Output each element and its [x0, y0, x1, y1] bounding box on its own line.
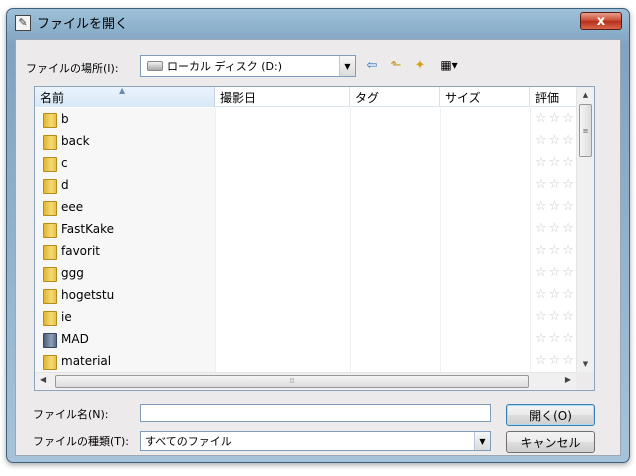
sort-arrow-icon: ▲: [119, 86, 126, 95]
folder-icon: [43, 266, 57, 282]
folder-icon: [43, 200, 57, 216]
file-name: MAD: [61, 332, 89, 346]
file-row[interactable]: eee ☆☆☆: [35, 196, 576, 218]
folder-icon: [43, 354, 57, 370]
horizontal-scroll-thumb[interactable]: ⦙⦙⦙: [55, 375, 529, 388]
filetype-label: ファイルの種類(T):: [33, 435, 130, 448]
special-folder-icon: [43, 332, 57, 348]
file-row[interactable]: d ☆☆☆: [35, 174, 576, 196]
rating-stars-icon[interactable]: ☆☆☆: [535, 221, 576, 236]
file-name: FastKake: [61, 222, 115, 236]
scrollbar-corner: [576, 372, 594, 390]
file-row[interactable]: c ☆☆☆: [35, 152, 576, 174]
column-header-row: ▲ 名前 撮影日 タグ サイズ 評価: [35, 87, 576, 107]
scroll-up-icon[interactable]: ▲: [577, 87, 594, 103]
file-row[interactable]: material ☆☆☆: [35, 350, 576, 372]
file-rows: b ☆☆☆ back ☆☆☆ c ☆☆☆ d ☆☆☆ eee ☆☆☆ FastKake ☆☆☆ favo…: [35, 108, 576, 390]
file-row[interactable]: b ☆☆☆: [35, 108, 576, 130]
file-name: ggg: [61, 266, 84, 280]
column-header-name-label: 名前: [40, 90, 65, 105]
file-row[interactable]: hogetstu ☆☆☆: [35, 284, 576, 306]
folder-icon: [43, 134, 57, 150]
close-button[interactable]: x: [580, 12, 622, 30]
window-title: ファイルを開く: [37, 17, 129, 32]
toolbar: ⇦ ⬑ ✦ ▦▾: [363, 56, 463, 74]
rating-stars-icon[interactable]: ☆☆☆: [535, 353, 576, 368]
scroll-right-icon[interactable]: ▶: [565, 375, 571, 384]
file-name: ie: [61, 310, 72, 324]
filename-label: ファイル名(N):: [33, 408, 109, 421]
dialog-icon: ✎: [15, 14, 31, 31]
folder-icon: [43, 178, 57, 194]
file-row[interactable]: ie ☆☆☆: [35, 306, 576, 328]
file-name: favorit: [61, 244, 100, 258]
rating-stars-icon[interactable]: ☆☆☆: [535, 243, 576, 258]
title-bar[interactable]: ✎ ファイルを開く x: [7, 9, 629, 36]
filetype-value: すべてのファイル: [145, 435, 232, 448]
scroll-down-icon[interactable]: ▼: [577, 356, 594, 372]
dialog-client-area: ファイルの場所(I): ローカル ディスク (D:) ▼ ⇦ ⬑ ✦ ▦▾ ▲ …: [15, 39, 621, 456]
folder-icon: [43, 310, 57, 326]
column-header-name[interactable]: ▲ 名前: [35, 87, 215, 107]
file-name: hogetstu: [61, 288, 115, 302]
horizontal-scrollbar[interactable]: ◀ ⦙⦙⦙ ▶: [35, 372, 576, 390]
file-row[interactable]: favorit ☆☆☆: [35, 240, 576, 262]
rating-stars-icon[interactable]: ☆☆☆: [535, 177, 576, 192]
open-button[interactable]: 開く(O): [506, 404, 595, 426]
cancel-button[interactable]: キャンセル: [506, 431, 595, 453]
folder-icon: [43, 288, 57, 304]
column-header-size-label: サイズ: [445, 90, 481, 105]
column-header-tag-label: タグ: [355, 90, 380, 105]
file-name: c: [61, 156, 68, 170]
drive-icon: [147, 61, 163, 71]
chevron-down-icon[interactable]: ▼: [339, 56, 355, 76]
vertical-scroll-thumb[interactable]: ≡: [579, 104, 592, 157]
up-folder-icon[interactable]: ⬑: [387, 56, 405, 74]
view-menu-icon[interactable]: ▦▾: [435, 56, 463, 74]
rating-stars-icon[interactable]: ☆☆☆: [535, 265, 576, 280]
folder-icon: [43, 222, 57, 238]
column-header-date[interactable]: 撮影日: [215, 87, 350, 107]
location-label: ファイルの場所(I):: [26, 62, 119, 75]
column-header-rating[interactable]: 評価: [530, 87, 576, 107]
chevron-down-icon[interactable]: ▼: [474, 432, 490, 450]
file-row[interactable]: MAD ☆☆☆: [35, 328, 576, 350]
column-header-size[interactable]: サイズ: [440, 87, 530, 107]
rating-stars-icon[interactable]: ☆☆☆: [535, 199, 576, 214]
folder-icon: [43, 244, 57, 260]
file-name: back: [61, 134, 90, 148]
file-list-view[interactable]: ▲ 名前 撮影日 タグ サイズ 評価 b ☆☆☆ back ☆☆☆ c ☆☆☆ d ☆☆☆ ee…: [34, 86, 595, 391]
back-arrow-icon[interactable]: ⇦: [363, 56, 381, 74]
rating-stars-icon[interactable]: ☆☆☆: [535, 111, 576, 126]
rating-stars-icon[interactable]: ☆☆☆: [535, 309, 576, 324]
column-header-tag[interactable]: タグ: [350, 87, 440, 107]
file-row[interactable]: ggg ☆☆☆: [35, 262, 576, 284]
file-name: eee: [61, 200, 84, 214]
folder-icon: [43, 112, 57, 128]
vertical-scrollbar[interactable]: ▲ ≡ ▼: [576, 87, 594, 372]
open-file-dialog: ✎ ファイルを開く x ファイルの場所(I): ローカル ディスク (D:) ▼…: [6, 8, 630, 463]
file-name: b: [61, 112, 69, 126]
rating-stars-icon[interactable]: ☆☆☆: [535, 155, 576, 170]
column-header-date-label: 撮影日: [220, 90, 257, 105]
column-header-rating-label: 評価: [535, 90, 560, 105]
file-row[interactable]: back ☆☆☆: [35, 130, 576, 152]
location-combobox[interactable]: ローカル ディスク (D:) ▼: [140, 55, 356, 77]
scroll-left-icon[interactable]: ◀: [40, 375, 46, 384]
rating-stars-icon[interactable]: ☆☆☆: [535, 331, 576, 346]
file-name: d: [61, 178, 69, 192]
rating-stars-icon[interactable]: ☆☆☆: [535, 287, 576, 302]
file-row[interactable]: FastKake ☆☆☆: [35, 218, 576, 240]
file-name: material: [61, 354, 112, 368]
filename-input[interactable]: [140, 404, 491, 422]
new-folder-icon[interactable]: ✦: [411, 56, 429, 74]
filetype-combobox[interactable]: すべてのファイル ▼: [140, 431, 491, 451]
folder-icon: [43, 156, 57, 172]
location-value: ローカル ディスク (D:): [167, 60, 282, 73]
rating-stars-icon[interactable]: ☆☆☆: [535, 133, 576, 148]
